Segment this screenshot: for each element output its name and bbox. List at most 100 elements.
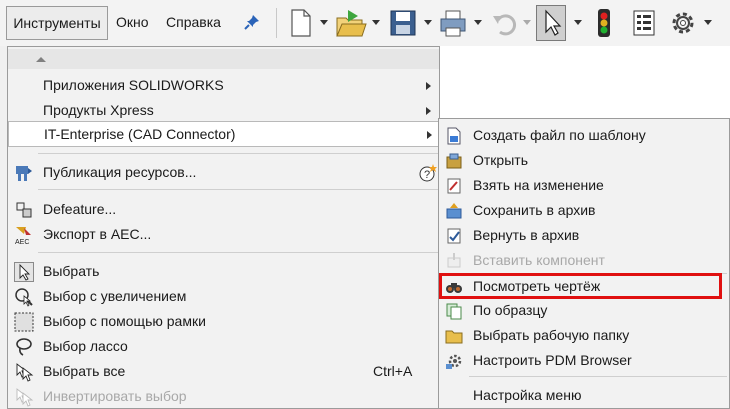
submenu-item-label: Вставить компонент bbox=[473, 252, 605, 268]
svg-text:?: ? bbox=[424, 169, 430, 181]
submenu-item-create-from-template[interactable]: Создать файл по шаблону bbox=[439, 123, 729, 148]
submenu-item-label: Настройка меню bbox=[473, 387, 582, 403]
options-list-icon[interactable] bbox=[630, 6, 658, 40]
submenu-item-label: Вернуть в архив bbox=[473, 227, 580, 243]
menu-item-publish-resources[interactable]: Публикация ресурсов... ? bbox=[8, 160, 439, 185]
submenu-item-insert-component[interactable]: Вставить компонент bbox=[439, 248, 729, 273]
submenu-item-by-sample[interactable]: По образцу bbox=[439, 298, 729, 323]
select-cursor-icon bbox=[545, 9, 562, 36]
print-icon[interactable] bbox=[438, 6, 468, 40]
folder-icon bbox=[445, 330, 463, 344]
lasso-icon bbox=[16, 338, 32, 356]
toolbar bbox=[272, 0, 730, 46]
undo-icon[interactable] bbox=[490, 6, 518, 40]
save-dropdown-arrow[interactable] bbox=[424, 20, 432, 25]
menu-item-invert-selection[interactable]: Инвертировать выбор bbox=[8, 384, 439, 409]
help-star-icon: ? bbox=[419, 164, 437, 182]
submenu-item-label: Создать файл по шаблону bbox=[473, 127, 646, 143]
menu-item-lasso-select[interactable]: Выбор лассо bbox=[8, 334, 439, 359]
menu-item-label: Выбор с увеличением bbox=[43, 288, 187, 304]
traffic-light-icon[interactable] bbox=[594, 6, 614, 40]
zoom-select-icon bbox=[15, 288, 33, 307]
submenu-arrow-icon bbox=[426, 107, 431, 115]
menu-item-defeature[interactable]: Defeature... bbox=[8, 197, 439, 222]
toolbar-separator bbox=[276, 8, 277, 38]
invert-selection-icon bbox=[16, 388, 34, 407]
select-dropdown-arrow[interactable] bbox=[574, 20, 582, 25]
menu-item-label: Выбрать все bbox=[43, 363, 126, 379]
open-dropdown-arrow[interactable] bbox=[372, 20, 380, 25]
check-in-icon bbox=[447, 228, 461, 244]
submenu-item-save-to-archive[interactable]: Сохранить в архив bbox=[439, 198, 729, 223]
menu-item-select-all[interactable]: Выбрать все Ctrl+A bbox=[8, 359, 439, 384]
open-folder-icon[interactable] bbox=[334, 6, 368, 40]
submenu-item-label: Настроить PDM Browser bbox=[473, 352, 632, 368]
by-sample-icon bbox=[446, 303, 462, 320]
insert-component-icon bbox=[447, 253, 461, 268]
submenu-item-label: По образцу bbox=[473, 302, 548, 318]
tools-menu: Приложения SOLIDWORKS Продукты Xpress IT… bbox=[7, 46, 440, 409]
menu-item-label: Выбрать bbox=[43, 263, 100, 279]
menu-item-select[interactable]: Выбрать bbox=[8, 259, 439, 284]
submenu-item-label: Открыть bbox=[473, 152, 528, 168]
highlight-box bbox=[439, 273, 722, 299]
submenu-arrow-icon bbox=[426, 82, 431, 90]
menu-item-label: IT-Enterprise (CAD Connector) bbox=[44, 126, 236, 142]
menu-item-xpress-products[interactable]: Продукты Xpress bbox=[8, 98, 439, 123]
svg-text:AEC: AEC bbox=[15, 239, 29, 245]
menu-bar: Инструменты Окно Справка bbox=[0, 0, 272, 46]
submenu-item-label: Взять на изменение bbox=[473, 177, 604, 193]
menu-scroll-up[interactable] bbox=[8, 49, 439, 69]
submenu-item-menu-settings[interactable]: Настройка меню bbox=[439, 383, 729, 408]
submenu-item-select-work-folder[interactable]: Выбрать рабочую папку bbox=[439, 323, 729, 348]
gear-dropdown-arrow[interactable] bbox=[704, 20, 712, 25]
submenu-item-check-in[interactable]: Вернуть в архив bbox=[439, 223, 729, 248]
new-dropdown-arrow[interactable] bbox=[320, 20, 328, 25]
submenu-separator bbox=[469, 376, 727, 377]
scroll-up-arrow-icon bbox=[36, 57, 46, 62]
menu-tools[interactable]: Инструменты bbox=[6, 6, 108, 40]
shortcut-label: Ctrl+A bbox=[373, 363, 413, 379]
menu-help[interactable]: Справка bbox=[166, 6, 221, 38]
save-to-archive-icon bbox=[446, 203, 462, 219]
publish-resources-icon bbox=[16, 166, 32, 181]
menu-item-box-select[interactable]: Выбор с помощью рамки bbox=[8, 309, 439, 334]
gear-icon[interactable] bbox=[668, 6, 698, 40]
check-out-icon bbox=[447, 178, 461, 194]
menu-item-label: Продукты Xpress bbox=[43, 102, 154, 118]
new-document-icon[interactable] bbox=[288, 6, 314, 40]
menu-item-label: Выбор с помощью рамки bbox=[43, 313, 206, 329]
print-dropdown-arrow[interactable] bbox=[474, 20, 482, 25]
menu-separator bbox=[38, 189, 438, 190]
save-icon[interactable] bbox=[388, 6, 418, 40]
menu-item-export-aec[interactable]: AEC Экспорт в AEC... bbox=[8, 222, 439, 247]
open-icon bbox=[446, 153, 462, 169]
box-select-icon bbox=[14, 312, 34, 332]
submenu-arrow-icon bbox=[427, 131, 432, 139]
it-enterprise-submenu: Создать файл по шаблону Открыть Взять на… bbox=[438, 118, 730, 409]
submenu-item-configure-pdm[interactable]: Настроить PDM Browser bbox=[439, 348, 729, 373]
menu-item-label: Экспорт в AEC... bbox=[43, 226, 152, 242]
menu-separator bbox=[38, 153, 438, 154]
defeature-icon bbox=[16, 202, 32, 218]
configure-gear-icon bbox=[446, 354, 462, 369]
export-aec-icon: AEC bbox=[15, 227, 31, 245]
menu-item-solidworks-apps[interactable]: Приложения SOLIDWORKS bbox=[8, 73, 439, 98]
submenu-item-check-out[interactable]: Взять на изменение bbox=[439, 173, 729, 198]
submenu-item-label: Сохранить в архив bbox=[473, 202, 596, 218]
menu-item-label: Инвертировать выбор bbox=[43, 388, 187, 404]
undo-dropdown-arrow[interactable] bbox=[523, 20, 531, 25]
menu-item-label: Выбор лассо bbox=[43, 338, 128, 354]
pin-icon[interactable] bbox=[244, 14, 260, 30]
select-cursor-icon bbox=[14, 262, 34, 282]
menu-item-label: Публикация ресурсов... bbox=[43, 164, 197, 180]
menu-item-it-enterprise[interactable]: IT-Enterprise (CAD Connector) bbox=[8, 121, 439, 147]
menu-window[interactable]: Окно bbox=[116, 6, 149, 38]
select-all-icon bbox=[16, 363, 34, 382]
submenu-item-label: Выбрать рабочую папку bbox=[473, 327, 630, 343]
menu-item-zoom-select[interactable]: Выбор с увеличением bbox=[8, 284, 439, 309]
menu-separator bbox=[38, 252, 438, 253]
menu-item-label: Приложения SOLIDWORKS bbox=[43, 77, 224, 93]
select-button[interactable] bbox=[536, 5, 566, 41]
submenu-item-open[interactable]: Открыть bbox=[439, 148, 729, 173]
